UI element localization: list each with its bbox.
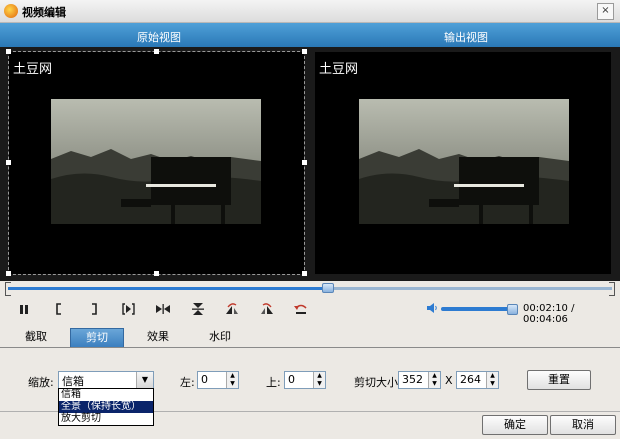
title-bar: 视频编辑 × bbox=[0, 0, 620, 23]
spin-up-icon[interactable]: ▲ bbox=[429, 372, 440, 380]
mark-in-icon[interactable] bbox=[49, 299, 69, 319]
volume-thumb[interactable] bbox=[507, 304, 519, 315]
left-offset-stepper[interactable]: ▲ ▼ bbox=[226, 372, 238, 388]
output-view-label: 输出视图 bbox=[444, 31, 488, 44]
crop-handle-br[interactable] bbox=[302, 271, 307, 276]
progress-fill bbox=[8, 287, 329, 290]
times-label: X bbox=[445, 374, 453, 387]
original-view-label: 原始视图 bbox=[137, 31, 181, 44]
left-label: 左: bbox=[180, 376, 195, 389]
playback-controls: 00:02:10 / 00:04:06 bbox=[0, 296, 620, 325]
spin-down-icon[interactable]: ▼ bbox=[487, 380, 498, 388]
left-offset-input[interactable]: 0 ▲ ▼ bbox=[197, 371, 239, 389]
progress-thumb[interactable] bbox=[322, 283, 335, 293]
zoom-option-letterbox[interactable]: 信箱 bbox=[59, 389, 153, 401]
crop-handle-bl[interactable] bbox=[6, 271, 11, 276]
range-end-marker[interactable] bbox=[609, 282, 615, 296]
app-icon bbox=[4, 4, 18, 18]
crop-handle-top[interactable] bbox=[154, 49, 159, 54]
current-time: 00:02:10 bbox=[523, 303, 568, 314]
spin-down-icon[interactable]: ▼ bbox=[429, 380, 440, 388]
spin-down-icon[interactable]: ▼ bbox=[314, 380, 325, 388]
total-time: 00:04:06 bbox=[523, 314, 568, 325]
progress-row bbox=[0, 281, 620, 296]
time-separator: / bbox=[571, 303, 575, 314]
crop-handle-right[interactable] bbox=[302, 160, 307, 165]
video-frame bbox=[359, 99, 569, 224]
mark-out-icon[interactable] bbox=[84, 299, 104, 319]
output-preview: 土豆网 bbox=[315, 52, 611, 274]
time-display: 00:02:10 / 00:04:06 bbox=[523, 303, 620, 325]
rotate-left-icon[interactable] bbox=[222, 299, 242, 319]
crop-height-stepper[interactable]: ▲ ▼ bbox=[486, 372, 498, 388]
flip-vertical-icon[interactable] bbox=[188, 299, 208, 319]
crop-height-value: 264 bbox=[460, 373, 481, 386]
top-offset-input[interactable]: 0 ▲ ▼ bbox=[284, 371, 326, 389]
reset-button[interactable]: 重置 bbox=[527, 370, 591, 390]
watermark-text: 土豆网 bbox=[13, 62, 53, 77]
spin-up-icon[interactable]: ▲ bbox=[487, 372, 498, 380]
range-start-marker[interactable] bbox=[5, 282, 11, 296]
zoom-option-zoom-crop[interactable]: 放大剪切 bbox=[59, 413, 153, 425]
zoom-label: 缩放: bbox=[28, 376, 54, 389]
left-offset-value: 0 bbox=[201, 373, 208, 386]
volume-icon[interactable] bbox=[426, 302, 438, 314]
zoom-select[interactable]: 信箱 ▼ bbox=[58, 371, 154, 389]
crop-handle-left[interactable] bbox=[6, 160, 11, 165]
zoom-option-pan-scan[interactable]: 全景（保持长宽） bbox=[59, 401, 153, 413]
top-offset-value: 0 bbox=[288, 373, 295, 386]
spin-down-icon[interactable]: ▼ bbox=[227, 380, 238, 388]
pause-icon[interactable] bbox=[14, 299, 34, 319]
window-title: 视频编辑 bbox=[22, 6, 66, 19]
ok-button[interactable]: 确定 bbox=[482, 415, 548, 435]
zoom-dropdown: 信箱 全景（保持长宽） 放大剪切 bbox=[58, 388, 154, 426]
crop-width-input[interactable]: 352 ▲ ▼ bbox=[398, 371, 441, 389]
zoom-select-value: 信箱 bbox=[62, 375, 84, 388]
close-button[interactable]: × bbox=[597, 3, 614, 20]
view-header: 原始视图 输出视图 bbox=[0, 23, 620, 69]
tab-watermark[interactable]: 水印 bbox=[198, 328, 242, 346]
tab-effect[interactable]: 效果 bbox=[136, 328, 180, 346]
crop-width-value: 352 bbox=[402, 373, 423, 386]
crop-handle-tl[interactable] bbox=[6, 49, 11, 54]
tab-crop[interactable]: 剪切 bbox=[70, 328, 124, 347]
flip-horizontal-icon[interactable] bbox=[153, 299, 173, 319]
cancel-button[interactable]: 取消 bbox=[550, 415, 616, 435]
crop-handle-bottom[interactable] bbox=[154, 271, 159, 276]
original-preview[interactable]: 土豆网 bbox=[6, 49, 307, 276]
volume-slider[interactable] bbox=[441, 307, 517, 311]
undo-icon[interactable] bbox=[291, 299, 311, 319]
watermark-text: 土豆网 bbox=[319, 62, 359, 77]
tab-trim[interactable]: 截取 bbox=[14, 328, 58, 346]
edit-tabs: 截取 剪切 效果 水印 bbox=[0, 325, 620, 348]
crop-size-label: 剪切大小: bbox=[354, 376, 402, 389]
chevron-down-icon[interactable]: ▼ bbox=[136, 372, 153, 388]
spin-up-icon[interactable]: ▲ bbox=[227, 372, 238, 380]
top-label: 上: bbox=[266, 376, 281, 389]
top-offset-stepper[interactable]: ▲ ▼ bbox=[313, 372, 325, 388]
rotate-right-icon[interactable] bbox=[257, 299, 277, 319]
crop-width-stepper[interactable]: ▲ ▼ bbox=[428, 372, 440, 388]
next-frame-icon[interactable] bbox=[118, 299, 138, 319]
crop-handle-tr[interactable] bbox=[302, 49, 307, 54]
crop-height-input[interactable]: 264 ▲ ▼ bbox=[456, 371, 499, 389]
spin-up-icon[interactable]: ▲ bbox=[314, 372, 325, 380]
video-frame bbox=[51, 99, 261, 224]
